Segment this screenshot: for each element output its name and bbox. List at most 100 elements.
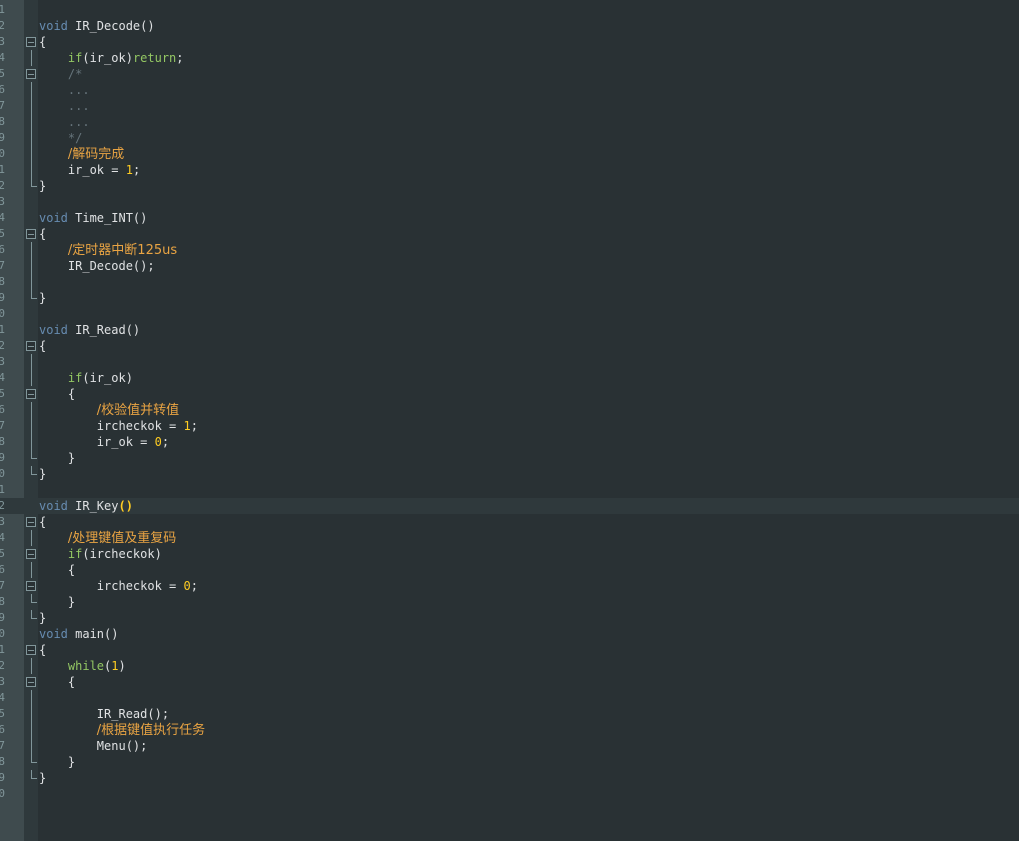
fold-guide	[31, 130, 32, 146]
code-line[interactable]: 46 /根据键值执行任务	[0, 722, 1019, 738]
code-token: IR_Read();	[39, 707, 170, 721]
fold-toggle-icon[interactable]	[26, 341, 36, 351]
code-token: {	[39, 35, 47, 49]
code-line[interactable]: 37 ircheckok = 0;	[0, 578, 1019, 594]
code-line[interactable]: 35 if(ircheckok)	[0, 546, 1019, 562]
code-token: void	[39, 211, 68, 225]
code-line[interactable]: 18	[0, 274, 1019, 290]
line-number: 39	[0, 611, 5, 624]
line-number: 48	[0, 755, 5, 768]
code-line[interactable]: 49}	[0, 770, 1019, 786]
fold-guide	[31, 146, 32, 162]
code-line[interactable]: 11 ir_ok = 1;	[0, 162, 1019, 178]
fold-guide	[31, 530, 32, 546]
code-line[interactable]: 19}	[0, 290, 1019, 306]
line-number: 6	[0, 83, 5, 96]
code-line[interactable]: 43 {	[0, 674, 1019, 690]
fold-toggle-icon[interactable]	[26, 581, 36, 591]
code-line[interactable]: 45 IR_Read();	[0, 706, 1019, 722]
code-line[interactable]: 7 ...	[0, 98, 1019, 114]
code-line[interactable]: 3{	[0, 34, 1019, 50]
fold-toggle-icon[interactable]	[26, 549, 36, 559]
code-text: {	[39, 562, 75, 578]
code-line[interactable]: 30}	[0, 466, 1019, 482]
code-line[interactable]: 29 }	[0, 450, 1019, 466]
code-line[interactable]: 39}	[0, 610, 1019, 626]
code-line[interactable]: 48 }	[0, 754, 1019, 770]
code-token: {	[39, 515, 47, 529]
line-number: 21	[0, 323, 5, 336]
code-line[interactable]: 20	[0, 306, 1019, 322]
code-line[interactable]: 13	[0, 194, 1019, 210]
code-token: return	[132, 51, 177, 65]
code-line[interactable]: 6 ...	[0, 82, 1019, 98]
code-line[interactable]: 33 {	[0, 514, 1019, 530]
code-line[interactable]: 8 ...	[0, 114, 1019, 130]
code-text: if(ir_ok)return;	[39, 50, 184, 66]
code-text: ir_ok = 0;	[39, 434, 169, 450]
code-line[interactable]: 25 {	[0, 386, 1019, 402]
fold-toggle-icon[interactable]	[26, 517, 36, 527]
code-line[interactable]: 4 if(ir_ok)return;	[0, 50, 1019, 66]
fold-toggle-icon[interactable]	[26, 389, 36, 399]
fold-toggle-icon[interactable]	[26, 229, 36, 239]
code-line[interactable]: 12}	[0, 178, 1019, 194]
code-line[interactable]: 32 void IR_Key()	[0, 498, 1019, 514]
code-line[interactable]: 16 /定时器中断125us	[0, 242, 1019, 258]
fold-guide	[31, 162, 32, 178]
code-text: {	[39, 226, 46, 242]
code-line[interactable]: 44	[0, 690, 1019, 706]
code-line[interactable]: 1	[0, 2, 1019, 18]
code-line[interactable]: 9 */	[0, 130, 1019, 146]
line-number: 49	[0, 771, 5, 784]
fold-guide	[31, 114, 32, 130]
code-line[interactable]: 15 {	[0, 226, 1019, 242]
code-token: main()	[67, 627, 119, 641]
code-token: if	[67, 51, 83, 65]
code-editor[interactable]: 1 2 void IR_Decode() 3{4 if(ir_ok)return; 5 …	[0, 0, 1019, 841]
code-line[interactable]: 34 /处理键值及重复码	[0, 530, 1019, 546]
code-token: {	[39, 643, 47, 657]
code-line[interactable]: 24 if(ir_ok)	[0, 370, 1019, 386]
fold-guide	[31, 50, 32, 66]
code-line[interactable]: 22 {	[0, 338, 1019, 354]
code-text: ir_ok = 1;	[39, 162, 140, 178]
fold-toggle-icon[interactable]	[26, 677, 36, 687]
code-line[interactable]: 5 /*	[0, 66, 1019, 82]
code-line[interactable]: 42 while(1)	[0, 658, 1019, 674]
code-line[interactable]: 26 /校验值并转值	[0, 402, 1019, 418]
code-text: ...	[39, 82, 90, 98]
code-token: }	[39, 771, 47, 785]
code-token: {	[39, 675, 76, 689]
code-line[interactable]: 2 void IR_Decode()	[0, 18, 1019, 34]
fold-toggle-icon[interactable]	[26, 69, 36, 79]
code-line[interactable]: 23	[0, 354, 1019, 370]
code-token: {	[39, 387, 76, 401]
code-line[interactable]: 27 ircheckok = 1;	[0, 418, 1019, 434]
code-line[interactable]: 10 /解码完成	[0, 146, 1019, 162]
code-line[interactable]: 36 {	[0, 562, 1019, 578]
code-token: ircheckok =	[39, 419, 184, 433]
code-line[interactable]: 28 ir_ok = 0;	[0, 434, 1019, 450]
fold-toggle-icon[interactable]	[26, 645, 36, 655]
code-token: {	[39, 563, 76, 577]
code-line[interactable]: 14 void Time_INT()	[0, 210, 1019, 226]
fold-toggle-icon[interactable]	[26, 37, 36, 47]
code-line[interactable]: 31	[0, 482, 1019, 498]
code-text: IR_Decode();	[39, 258, 155, 274]
line-number: 23	[0, 355, 5, 368]
code-line[interactable]: 41 {	[0, 642, 1019, 658]
line-number: 1	[0, 3, 5, 16]
code-token: }	[39, 595, 76, 609]
fold-guide	[31, 242, 32, 258]
code-line[interactable]: 50	[0, 786, 1019, 802]
code-line[interactable]: 47 Menu();	[0, 738, 1019, 754]
code-line[interactable]: 17 IR_Decode();	[0, 258, 1019, 274]
code-token: (ircheckok)	[82, 547, 162, 561]
code-line[interactable]: 38 }	[0, 594, 1019, 610]
code-line[interactable]: 21 void IR_Read()	[0, 322, 1019, 338]
code-token: }	[39, 467, 47, 481]
code-line[interactable]: 40 void main()	[0, 626, 1019, 642]
code-text: {	[39, 514, 46, 530]
code-text: void IR_Key()	[39, 498, 133, 514]
